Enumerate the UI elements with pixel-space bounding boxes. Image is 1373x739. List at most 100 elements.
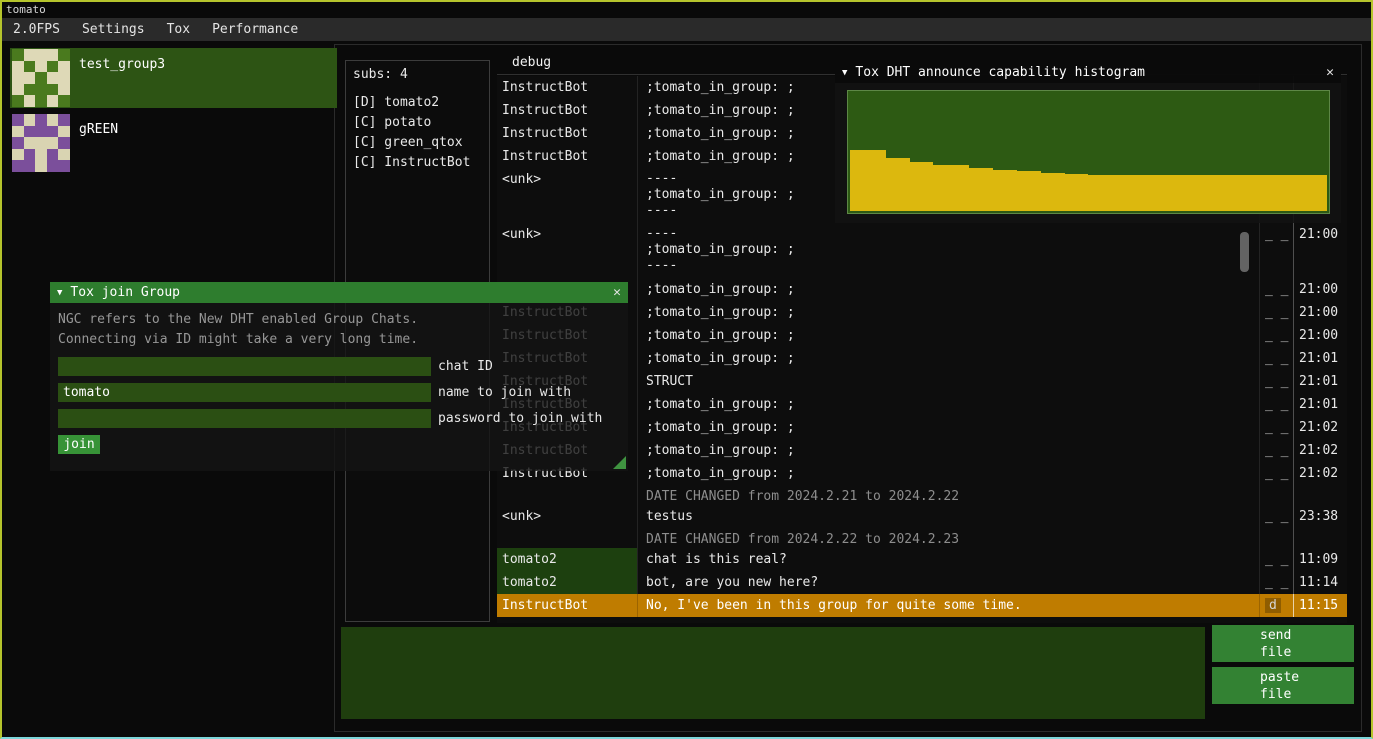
message-time: 21:02 [1293, 416, 1347, 439]
histogram-bar [957, 165, 969, 211]
histogram-bar [1077, 174, 1089, 211]
chat-row: InstructBotNo, I've been in this group f… [497, 594, 1347, 617]
avatar-pixel [24, 49, 36, 61]
join-button[interactable]: join [58, 435, 100, 454]
subs-count: subs: 4 [353, 67, 489, 82]
avatar-pixel [35, 137, 47, 149]
message-author: InstructBot [497, 76, 637, 99]
app-window: tomato 2.0FPS Settings Tox Performance t… [0, 0, 1373, 739]
histogram-bar [850, 150, 862, 211]
chat-id-input[interactable] [58, 357, 431, 376]
message-marks: _ _ [1259, 571, 1293, 594]
histogram-bar [1196, 175, 1208, 211]
message-marks [1259, 528, 1293, 548]
subs-member[interactable]: [C] green_qtox [353, 133, 489, 153]
message-text: STRUCT [637, 370, 1259, 393]
subs-list: [D] tomato2[C] potato[C] green_qtox[C] I… [353, 93, 489, 173]
avatar-pixel [12, 61, 24, 73]
message-text: ;tomato_in_group: ; [637, 347, 1259, 370]
chat-row: DATE CHANGED from 2024.2.22 to 2024.2.23 [497, 528, 1347, 548]
histogram-plot [847, 90, 1330, 214]
avatar-pixel [12, 160, 24, 172]
message-time: 21:01 [1293, 393, 1347, 416]
message-text: ;tomato_in_group: ; [637, 393, 1259, 416]
message-time: 21:00 [1293, 324, 1347, 347]
message-time: 21:00 [1293, 223, 1347, 278]
message-marks: _ _ [1259, 278, 1293, 301]
subs-member[interactable]: [C] InstructBot [353, 153, 489, 173]
avatar-pixel [58, 114, 70, 126]
message-author: InstructBot [497, 594, 637, 617]
menu-performance[interactable]: Performance [201, 18, 309, 41]
histogram-bar [1029, 171, 1041, 211]
send-file-label-line1: send [1260, 627, 1306, 644]
group-item[interactable]: gREEN [10, 113, 337, 173]
message-text: ;tomato_in_group: ; [637, 324, 1259, 347]
avatar-pixel [58, 137, 70, 149]
group-list: test_group3gREEN [10, 48, 337, 178]
chat-id-row: chat ID [58, 357, 620, 376]
chat-row: DATE CHANGED from 2024.2.21 to 2024.2.22 [497, 485, 1347, 505]
message-marks: _ _ [1259, 301, 1293, 324]
subs-member[interactable]: [C] potato [353, 113, 489, 133]
avatar-pixel [47, 160, 59, 172]
join-name-label: name to join with [438, 385, 571, 400]
avatar-pixel [12, 114, 24, 126]
collapse-arrow-icon[interactable]: ▼ [842, 68, 847, 78]
avatar-pixel [35, 114, 47, 126]
menu-settings[interactable]: Settings [71, 18, 156, 41]
tab-debug[interactable]: debug [497, 52, 566, 75]
group-item[interactable]: test_group3 [10, 48, 337, 108]
message-time: 21:02 [1293, 462, 1347, 485]
send-file-button[interactable]: send file [1212, 625, 1354, 662]
avatar-pixel [12, 126, 24, 138]
menu-tox[interactable]: Tox [156, 18, 201, 41]
histogram-bar [1172, 175, 1184, 211]
message-text: No, I've been in this group for quite so… [637, 594, 1259, 617]
close-icon[interactable]: ✕ [607, 285, 621, 300]
histogram-bar [1315, 175, 1327, 211]
join-password-row: password to join with [58, 409, 620, 428]
join-name-input[interactable] [58, 383, 431, 402]
resize-grip[interactable] [613, 456, 626, 469]
avatar-pixel [12, 49, 24, 61]
avatar-pixel [24, 84, 36, 96]
histogram-bar [969, 168, 981, 211]
subs-member[interactable]: [D] tomato2 [353, 93, 489, 113]
avatar-pixel [58, 61, 70, 73]
histogram-window-titlebar[interactable]: ▼ Tox DHT announce capability histogram … [835, 62, 1341, 83]
join-window-titlebar[interactable]: ▼ Tox join Group ✕ [50, 282, 628, 303]
chat-row: tomato2bot, are you new here?_ _11:14 [497, 571, 1347, 594]
message-input[interactable] [341, 627, 1205, 719]
histogram-bar [1255, 175, 1267, 211]
message-text: ;tomato_in_group: ; [637, 462, 1259, 485]
join-window-body: NGC refers to the New DHT enabled Group … [50, 303, 628, 471]
histogram-bar [1005, 170, 1017, 211]
avatar-pixel [58, 95, 70, 107]
histogram-bar [1148, 175, 1160, 211]
message-marks: _ _ [1259, 548, 1293, 571]
menu-bar: 2.0FPS Settings Tox Performance [2, 18, 1371, 41]
join-password-input[interactable] [58, 409, 431, 428]
close-icon[interactable]: ✕ [1320, 65, 1334, 80]
chat-scrollbar-thumb[interactable] [1240, 232, 1249, 272]
avatar-pixel [47, 61, 59, 73]
chat-id-label: chat ID [438, 359, 493, 374]
message-author: tomato2 [497, 548, 637, 571]
message-text: ----;tomato_in_group: ;---- [637, 223, 1259, 278]
paste-file-button[interactable]: paste file [1212, 667, 1354, 704]
avatar-pixel [12, 149, 24, 161]
histogram-bar [1065, 174, 1077, 211]
join-name-row: name to join with [58, 383, 620, 402]
collapse-arrow-icon[interactable]: ▼ [57, 288, 62, 298]
message-marks: _ _ [1259, 416, 1293, 439]
message-time: 23:38 [1293, 505, 1347, 528]
avatar-pixel [24, 72, 36, 84]
message-text: testus [637, 505, 1259, 528]
avatar-pixel [24, 137, 36, 149]
message-time: 11:09 [1293, 548, 1347, 571]
message-text: ;tomato_in_group: ; [637, 439, 1259, 462]
histogram-bar [933, 165, 945, 211]
histogram-bar [1184, 175, 1196, 211]
histogram-bar [1088, 175, 1100, 211]
